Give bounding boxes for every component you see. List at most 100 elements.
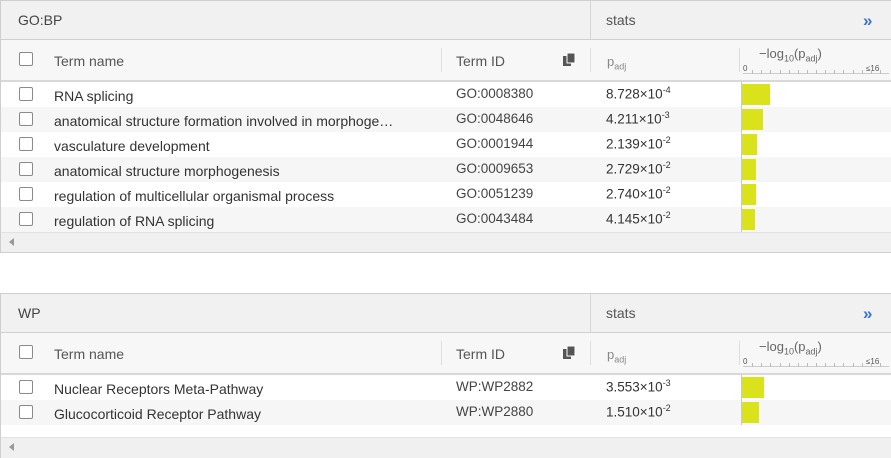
row-checkbox[interactable] [19,187,33,201]
term-id[interactable]: WP:WP2882 [456,379,533,394]
scale-tick [871,70,872,74]
row-checkbox[interactable] [19,405,33,419]
column-neglog-padj[interactable]: −log10(padj) 0 ≤16 [743,44,891,78]
scale-tick [770,70,771,74]
column-header: Term name Term ID padj −log10(padj) 0 ≤1… [1,40,891,82]
scroll-left-arrow-icon[interactable] [9,443,14,451]
term-name[interactable]: regulation of multicellular organismal p… [54,188,334,204]
term-name[interactable]: anatomical structure morphogenesis [54,163,280,179]
rows-gobp: RNA splicing GO:0008380 8.728×10-4 anatomic… [1,82,891,232]
column-neglog-padj[interactable]: −log10(padj) 0 ≤16 [743,337,891,371]
expand-icon[interactable]: » [863,11,873,31]
padj-value: 1.510×10-2 [606,403,671,420]
copy-clipboard-icon[interactable] [561,345,577,361]
term-id[interactable]: WP:WP2880 [456,404,533,419]
horizontal-scrollbar[interactable] [1,232,891,253]
term-id[interactable]: GO:0043484 [456,211,533,226]
column-term-id[interactable]: Term ID [456,346,505,362]
scale-tick [761,70,762,74]
padj-value: 2.729×10-2 [606,160,671,177]
column-term-id[interactable]: Term ID [456,53,505,69]
scale-tick [770,363,771,367]
panel-wp: WP stats » Term name Term ID padj −log10… [0,293,891,458]
scroll-left-arrow-icon[interactable] [9,238,14,246]
scale-tick [789,70,790,74]
scale-tick [798,363,799,367]
scale-tick [752,363,753,367]
scale-tick [807,70,808,74]
term-id[interactable]: GO:0009653 [456,161,533,176]
table-row[interactable]: vasculature development GO:0001944 2.139×1… [1,132,891,157]
copy-clipboard-icon[interactable] [561,52,577,68]
row-checkbox[interactable] [19,380,33,394]
scale-tick [834,363,835,367]
row-checkbox[interactable] [19,87,33,101]
column-separator [590,341,591,365]
neglog-title: −log10(padj) [759,46,822,64]
row-checkbox[interactable] [19,112,33,126]
scale-tick [825,363,826,367]
table-row[interactable]: anatomical structure formation involved … [1,107,891,132]
scale-tick [798,70,799,74]
scale-tick [853,363,854,367]
term-name[interactable]: RNA splicing [54,88,133,104]
column-separator [739,48,740,72]
term-id[interactable]: GO:0001944 [456,136,533,151]
panel-header: WP stats » [1,294,891,333]
scale-tick [843,70,844,74]
term-name[interactable]: Glucocorticoid Receptor Pathway [54,406,261,422]
select-all-checkbox[interactable] [19,345,33,359]
panel-header: GO:BP stats » [1,1,891,40]
panel-title: WP [18,305,41,321]
significance-bar [742,184,756,205]
significance-bar [742,109,763,130]
padj-value: 4.211×10-3 [606,110,670,127]
significance-bar [742,84,770,105]
term-name[interactable]: Nuclear Receptors Meta-Pathway [54,381,263,397]
scale-tick [871,363,872,367]
row-checkbox[interactable] [19,162,33,176]
horizontal-scrollbar[interactable] [1,437,891,458]
column-padj[interactable]: padj [607,347,626,365]
scale-tick [843,363,844,367]
header-divider [590,1,591,39]
term-name[interactable]: anatomical structure formation involved … [54,113,393,129]
column-padj[interactable]: padj [607,54,626,72]
padj-value: 2.139×10-2 [606,135,671,152]
table-row[interactable]: RNA splicing GO:0008380 8.728×10-4 [1,82,891,107]
table-row[interactable]: Nuclear Receptors Meta-Pathway WP:WP2882 3… [1,375,891,400]
scale-tick [780,363,781,367]
panel-gobp: GO:BP stats » Term name Term ID padj −lo… [0,0,891,253]
column-header: Term name Term ID padj −log10(padj) 0 ≤1… [1,333,891,375]
column-term-name[interactable]: Term name [54,346,124,362]
scale-tick [780,70,781,74]
term-id[interactable]: GO:0008380 [456,86,533,101]
row-checkbox[interactable] [19,137,33,151]
table-row[interactable]: regulation of RNA splicing GO:0043484 4.14… [1,207,891,232]
significance-bar [742,159,756,180]
panel-bottom-border [0,252,891,253]
term-id[interactable]: GO:0048646 [456,111,533,126]
table-row[interactable]: Glucocorticoid Receptor Pathway WP:WP2880… [1,400,891,425]
scale-tick [862,363,863,367]
scale-tick [853,70,854,74]
table-row[interactable]: anatomical structure morphogenesis GO:000… [1,157,891,182]
column-term-name[interactable]: Term name [54,53,124,69]
term-name[interactable]: regulation of RNA splicing [54,213,214,229]
expand-icon[interactable]: » [863,304,873,324]
column-separator [739,341,740,365]
significance-bar [742,402,759,423]
scale-min-label: 0 [743,357,748,366]
term-name[interactable]: vasculature development [54,138,210,154]
scale-min-label: 0 [743,64,748,73]
significance-bar [742,209,755,230]
padj-value: 8.728×10-4 [606,85,671,102]
term-id[interactable]: GO:0051239 [456,186,533,201]
header-divider [590,294,591,332]
table-row[interactable]: regulation of multicellular organismal p… [1,182,891,207]
row-checkbox[interactable] [19,212,33,226]
scale-tick [825,70,826,74]
select-all-checkbox[interactable] [19,52,33,66]
scale-tick [816,70,817,74]
column-separator [441,341,442,365]
